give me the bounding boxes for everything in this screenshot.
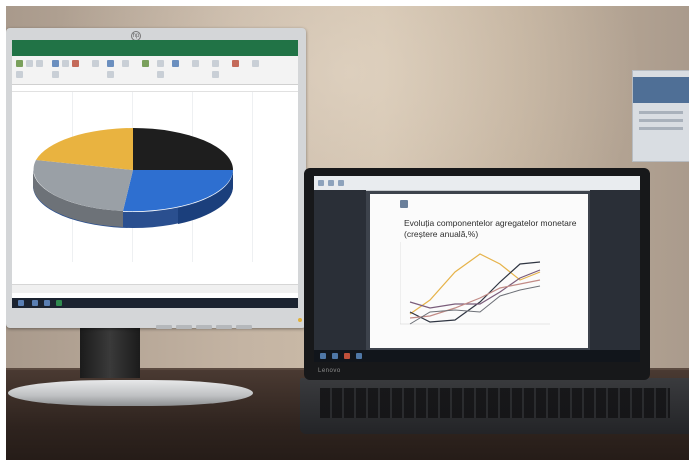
ribbon-icon	[107, 60, 114, 67]
pie-chart	[33, 128, 234, 228]
windows-taskbar	[12, 298, 298, 308]
ribbon-icon	[157, 71, 164, 78]
emblem-icon	[400, 200, 408, 208]
taskbar-app-icon	[32, 300, 38, 306]
slide-panel-right	[590, 190, 640, 350]
ribbon-icon	[157, 60, 164, 67]
taskbar-app-icon	[332, 353, 338, 359]
ribbon-icon	[52, 71, 59, 78]
excel-ribbon-tabs	[12, 49, 298, 56]
taskbar-app-icon	[44, 300, 50, 306]
ribbon-icon	[232, 60, 239, 67]
taskbar-app-icon	[344, 353, 350, 359]
monitor-neck	[80, 328, 140, 378]
presentation-toolbar	[314, 176, 640, 191]
line-chart	[400, 242, 550, 325]
ribbon-icon	[212, 71, 219, 78]
laptop-keyboard-deck	[300, 378, 694, 434]
power-led	[298, 318, 302, 322]
laptop-brand: Lenovo	[318, 368, 341, 374]
monitor-base	[8, 380, 253, 406]
laptop-screen: Evoluția componentelor agregatelor monet…	[314, 176, 640, 362]
slide-title: Evoluția componentelor agregatelor monet…	[404, 218, 577, 239]
grid-line	[252, 92, 253, 262]
series-line-purple	[409, 269, 541, 309]
ribbon-icon	[92, 60, 99, 67]
ribbon-icon	[122, 60, 129, 67]
pie-slice-black	[133, 128, 233, 170]
excel-title-bar	[12, 40, 298, 49]
formula-bar	[12, 85, 298, 92]
ribbon-icon	[26, 60, 33, 67]
paste-icon	[16, 60, 23, 67]
photo-scene: hp Evoluția componentelor agregatelor mo…	[0, 0, 695, 466]
poster-line	[639, 111, 683, 114]
start-icon	[320, 353, 326, 359]
ribbon-icon	[62, 60, 69, 67]
laptop: Evoluția componentelor agregatelor monet…	[304, 168, 650, 380]
taskbar-app-icon	[356, 353, 362, 359]
poster-band	[633, 77, 691, 103]
poster-line	[639, 127, 683, 130]
monitor-buttons	[156, 316, 296, 329]
ribbon-icon	[52, 60, 59, 67]
ribbon-icon	[192, 60, 199, 67]
ribbon-icon	[36, 60, 43, 67]
monitor-screen	[12, 40, 298, 308]
start-icon	[18, 300, 24, 306]
presentation-slide: Evoluția componentelor agregatelor monet…	[370, 194, 588, 348]
slide-panel-left	[314, 190, 366, 350]
poster-line	[639, 119, 683, 122]
ribbon-icon	[172, 60, 179, 67]
series-line-dark	[409, 261, 541, 323]
wall-poster	[632, 70, 692, 162]
toolbar-icon	[328, 180, 334, 186]
ribbon-icon	[212, 60, 219, 67]
ribbon-icon	[142, 60, 149, 67]
laptop-taskbar	[314, 350, 640, 362]
sheet-tabs-bar	[12, 284, 298, 293]
desktop-monitor: hp	[6, 28, 306, 329]
toolbar-icon	[338, 180, 344, 186]
excel-ribbon	[12, 56, 298, 85]
keyboard	[320, 388, 670, 418]
ribbon-icon	[72, 60, 79, 67]
ribbon-icon	[16, 71, 23, 78]
toolbar-icon	[318, 180, 324, 186]
ribbon-icon	[107, 71, 114, 78]
ribbon-icon	[252, 60, 259, 67]
taskbar-app-icon	[56, 300, 62, 306]
